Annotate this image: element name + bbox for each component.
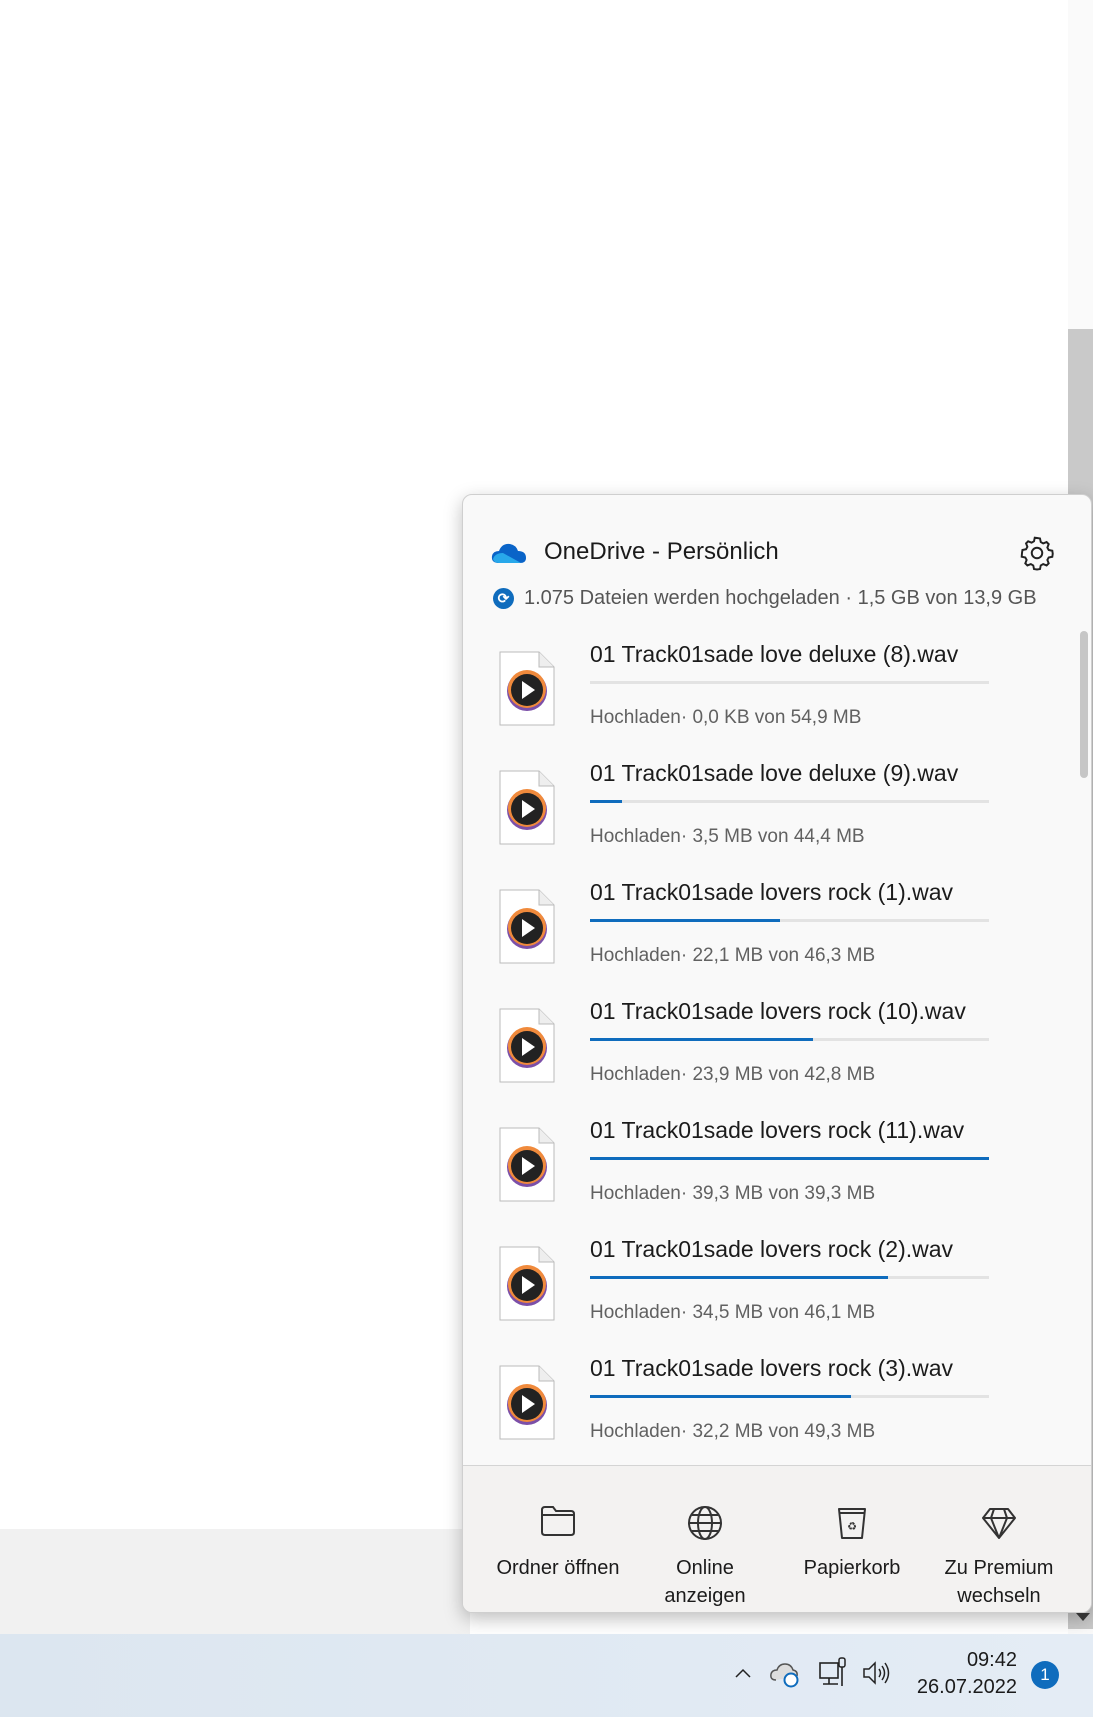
view-online-label: Online anzeigen bbox=[630, 1554, 780, 1610]
footer-bar: Ordner öffnen Online anzeigen ♻ Papierkor… bbox=[463, 1465, 1091, 1612]
upload-progress-fill bbox=[590, 1157, 989, 1160]
folder-icon bbox=[541, 1506, 575, 1536]
onedrive-flyout: OneDrive - Persönlich ⟳ 1.075 Dateien wer… bbox=[462, 494, 1092, 1613]
upload-progress-bar bbox=[590, 800, 989, 803]
upload-status: Hochladen· 23,9 MB von 42,8 MB bbox=[590, 1064, 876, 1085]
clock[interactable]: 09:42 26.07.2022 bbox=[917, 1647, 1017, 1701]
view-online-label-line2: anzeigen bbox=[664, 1585, 746, 1607]
recycle-bin-label: Papierkorb bbox=[803, 1557, 901, 1579]
upload-status: Hochladen· 22,1 MB von 46,3 MB bbox=[590, 945, 876, 966]
upload-progress-bar bbox=[590, 1157, 989, 1160]
audio-file-icon bbox=[499, 770, 555, 845]
upload-list-item[interactable]: 01 Track01sade lovers rock (2).wav Hochl… bbox=[463, 1236, 1073, 1355]
upload-progress-fill bbox=[590, 1276, 889, 1279]
upload-list-item[interactable]: 01 Track01sade love deluxe (9).wav Hochl… bbox=[463, 760, 1073, 879]
audio-file-icon bbox=[499, 1127, 555, 1202]
panel-title: OneDrive - Persönlich bbox=[544, 538, 779, 565]
upload-progress-bar bbox=[590, 919, 989, 922]
recycle-bin-button[interactable]: ♻ Papierkorb bbox=[777, 1466, 927, 1612]
upload-progress-bar bbox=[590, 1276, 989, 1279]
upload-progress-bar bbox=[590, 1038, 989, 1041]
open-folder-button[interactable]: Ordner öffnen bbox=[483, 1466, 633, 1612]
upload-progress-bar bbox=[590, 681, 989, 684]
diamond-icon bbox=[982, 1508, 1016, 1539]
go-premium-label-line1: Zu Premium bbox=[944, 1557, 1054, 1579]
recycle-bin-icon: ♻ bbox=[838, 1508, 866, 1539]
audio-file-icon bbox=[499, 1008, 555, 1083]
file-name: 01 Track01sade lovers rock (2).wav bbox=[590, 1236, 954, 1262]
upload-status: Hochladen· 39,3 MB von 39,3 MB bbox=[590, 1183, 876, 1204]
upload-list-item[interactable]: 01 Track01sade lovers rock (11).wav Hoch… bbox=[463, 1117, 1073, 1236]
upload-status: Hochladen· 3,5 MB von 44,4 MB bbox=[590, 826, 865, 847]
notification-badge[interactable]: 1 bbox=[1031, 1661, 1059, 1689]
upload-list-item[interactable]: 01 Track01sade lovers rock (1).wav Hochl… bbox=[463, 879, 1073, 998]
audio-file-icon bbox=[499, 889, 555, 964]
background-strip bbox=[0, 1529, 470, 1634]
audio-file-icon bbox=[499, 1246, 555, 1321]
taskbar: 09:42 26.07.2022 1 bbox=[0, 1634, 1093, 1717]
audio-file-icon bbox=[499, 651, 555, 726]
upload-progress-fill bbox=[590, 1395, 851, 1398]
upload-status: Hochladen· 32,2 MB von 49,3 MB bbox=[590, 1421, 876, 1442]
sync-status: ⟳ 1.075 Dateien werden hochgeladen · 1,5 … bbox=[493, 587, 1037, 610]
upload-status: Hochladen· 0,0 KB von 54,9 MB bbox=[590, 707, 862, 728]
globe-icon bbox=[688, 1506, 722, 1540]
upload-progress-fill bbox=[590, 800, 622, 803]
file-name: 01 Track01sade lovers rock (3).wav bbox=[590, 1355, 954, 1381]
svg-text:♻: ♻ bbox=[847, 1521, 857, 1533]
sync-status-text: 1.075 Dateien werden hochgeladen · 1,5 G… bbox=[524, 587, 1037, 609]
upload-progress-fill bbox=[590, 1038, 813, 1041]
sync-icon: ⟳ bbox=[493, 588, 514, 609]
go-premium-label-line2: wechseln bbox=[957, 1585, 1041, 1607]
view-online-button[interactable]: Online anzeigen bbox=[630, 1466, 780, 1612]
scroll-down-arrow-icon[interactable] bbox=[1076, 1613, 1090, 1621]
onedrive-tray-icon[interactable] bbox=[769, 1660, 801, 1688]
file-name: 01 Track01sade lovers rock (10).wav bbox=[590, 998, 966, 1024]
upload-progress-bar bbox=[590, 1395, 989, 1398]
network-icon[interactable] bbox=[818, 1656, 848, 1690]
go-premium-label: Zu Premium wechseln bbox=[924, 1554, 1074, 1610]
upload-list-item[interactable]: 01 Track01sade love deluxe (8).wav Hochl… bbox=[463, 641, 1073, 760]
upload-list-item[interactable]: 01 Track01sade lovers rock (10).wav Hoch… bbox=[463, 998, 1073, 1117]
settings-gear-icon[interactable] bbox=[1019, 535, 1055, 571]
clock-time: 09:42 bbox=[966, 1649, 1017, 1671]
upload-progress-fill bbox=[590, 919, 781, 922]
onedrive-cloud-icon bbox=[491, 543, 526, 563]
list-scrollbar-thumb[interactable] bbox=[1080, 631, 1088, 778]
upload-status: Hochladen· 34,5 MB von 46,1 MB bbox=[590, 1302, 876, 1323]
audio-file-icon bbox=[499, 1365, 555, 1440]
file-name: 01 Track01sade lovers rock (11).wav bbox=[590, 1117, 965, 1143]
file-name: 01 Track01sade love deluxe (8).wav bbox=[590, 641, 959, 667]
go-premium-button[interactable]: Zu Premium wechseln bbox=[924, 1466, 1074, 1612]
clock-date: 26.07.2022 bbox=[916, 1676, 1017, 1698]
file-name: 01 Track01sade love deluxe (9).wav bbox=[590, 760, 959, 786]
file-name: 01 Track01sade lovers rock (1).wav bbox=[590, 879, 954, 905]
volume-icon[interactable] bbox=[861, 1660, 893, 1686]
upload-list-item[interactable]: 01 Track01sade lovers rock (3).wav Hochl… bbox=[463, 1355, 1073, 1474]
view-online-label-line1: Online bbox=[676, 1557, 734, 1579]
show-hidden-icons-chevron-icon[interactable] bbox=[733, 1666, 753, 1680]
open-folder-label: Ordner öffnen bbox=[496, 1557, 620, 1579]
